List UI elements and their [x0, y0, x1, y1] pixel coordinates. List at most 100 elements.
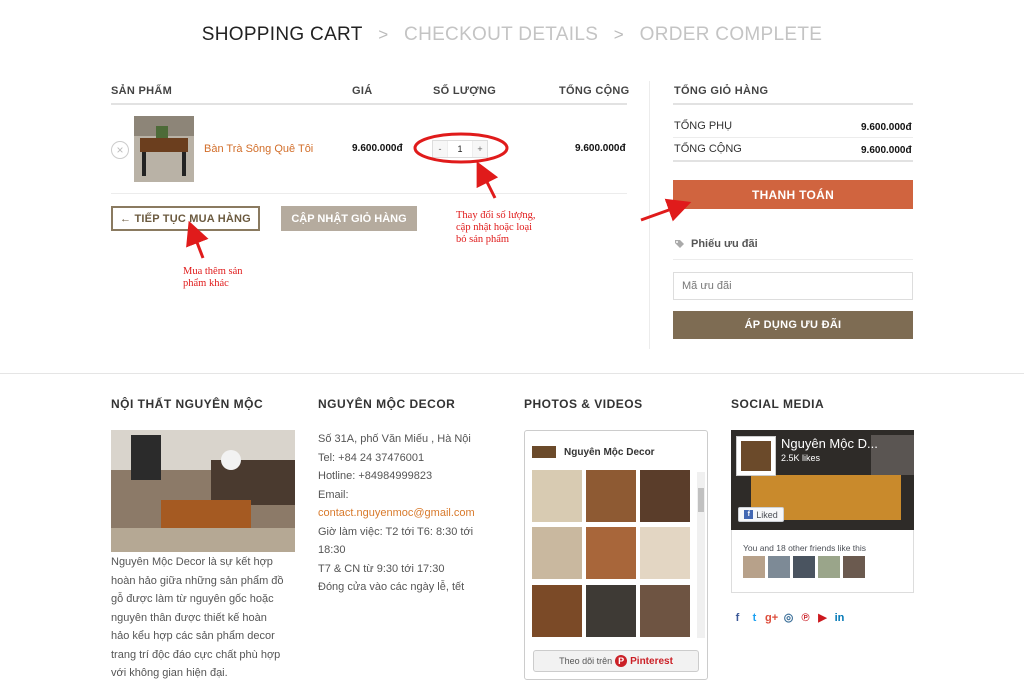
- hours-line: 18:30: [318, 544, 346, 556]
- telephone: Tel: +84 24 37476001: [318, 451, 425, 464]
- column-divider: [649, 81, 650, 349]
- apply-coupon-button[interactable]: ÁP DỤNG ƯU ĐÃI: [673, 311, 913, 339]
- pin-thumbnail[interactable]: [586, 584, 636, 637]
- avatar[interactable]: [818, 556, 840, 578]
- friends-like-text: You and 18 other friends like this: [743, 543, 867, 553]
- email-label: Email:: [318, 488, 349, 501]
- totals-divider: [673, 137, 913, 138]
- qty-value[interactable]: 1: [447, 141, 473, 157]
- instagram-icon[interactable]: ◎: [782, 612, 795, 625]
- table-photo-icon: [134, 116, 194, 182]
- linkedin-icon[interactable]: in: [833, 612, 846, 625]
- brand-logo-icon: [741, 441, 771, 471]
- pin-thumbnail[interactable]: [532, 527, 582, 580]
- contact-info: Số 31A, phố Văn Miếu , Hà Nội Tel: +84 2…: [318, 430, 475, 597]
- pin-thumbnail[interactable]: [532, 470, 582, 522]
- remove-item-button[interactable]: ×: [111, 141, 129, 159]
- checkout-steps: SHOPPING CART > CHECKOUT DETAILS > ORDER…: [0, 24, 1024, 46]
- avatar[interactable]: [743, 556, 765, 578]
- coupon-code-input[interactable]: [673, 272, 913, 300]
- hotline: Hotline: +84984999823: [318, 470, 433, 482]
- hours-line: T7 & CN từ 9:30 tới 17:30: [318, 562, 445, 575]
- arrow-continue: [186, 220, 209, 259]
- checkout-button[interactable]: THANH TOÁN: [673, 180, 913, 209]
- row-divider: [111, 193, 627, 194]
- step-checkout-details[interactable]: CHECKOUT DETAILS: [404, 24, 598, 46]
- pin-thumbnail[interactable]: [586, 470, 636, 522]
- footer-col4-heading: SOCIAL MEDIA: [731, 397, 825, 411]
- pin-thumbnail[interactable]: [586, 527, 636, 580]
- pinterest-scrollbar-thumb[interactable]: [698, 488, 704, 512]
- subtotal-label: TỔNG PHỤ: [674, 120, 733, 132]
- pin-thumbnail[interactable]: [640, 470, 690, 522]
- annotation-line: phẩm khác: [183, 278, 229, 289]
- follow-prefix: Theo dõi trên: [559, 656, 613, 666]
- pinterest-icon[interactable]: ℗: [799, 612, 812, 625]
- annotation-line: Mua thêm sản: [183, 266, 243, 277]
- follow-pinterest-button[interactable]: Theo dõi trên P Pinterest: [533, 650, 699, 672]
- social-icons: f t g+ ◎ ℗ ▶ in: [731, 612, 846, 625]
- step-order-complete: ORDER COMPLETE: [639, 24, 823, 45]
- facebook-like-button[interactable]: f Liked: [738, 507, 784, 522]
- continue-shopping-button[interactable]: ← TIẾP TỤC MUA HÀNG: [111, 206, 260, 231]
- pinterest-grid[interactable]: [532, 470, 694, 638]
- pinterest-board-header[interactable]: Nguyên Mộc Decor: [532, 446, 655, 458]
- header-product: SẢN PHẨM: [111, 85, 173, 97]
- board-name[interactable]: Nguyên Mộc Decor: [564, 447, 655, 458]
- about-line: hảo kểu hợp các sản phẩm decor: [111, 630, 275, 642]
- product-name-link[interactable]: Bàn Trà Sông Quê Tôi: [204, 143, 313, 155]
- annotation-line: cập nhật hoặc loại: [456, 222, 533, 233]
- cart-totals-heading: TỔNG GIỎ HÀNG: [674, 85, 769, 97]
- footer-col3-heading: PHOTOS & VIDEOS: [524, 397, 643, 411]
- avatar[interactable]: [843, 556, 865, 578]
- friend-avatars: [743, 556, 865, 578]
- header-subtotal: TỔNG CỘNG: [559, 85, 630, 97]
- update-cart-button[interactable]: CẬP NHẬT GIỎ HÀNG: [281, 206, 417, 231]
- totals-bottom-divider: [673, 160, 913, 162]
- pinterest-icon: P: [615, 655, 628, 667]
- pin-thumbnail[interactable]: [640, 527, 690, 580]
- header-quantity: SỐ LƯỢNG: [433, 85, 497, 97]
- qty-plus-button[interactable]: +: [473, 144, 487, 154]
- about-line: trang trí độc đáo cực chất phù hợp: [111, 648, 281, 661]
- twitter-icon[interactable]: t: [748, 612, 761, 625]
- annotation-continue: Mua thêm sản phẩm khác: [183, 266, 243, 290]
- google-plus-icon[interactable]: g+: [765, 612, 778, 625]
- chevron-right-icon: >: [378, 25, 389, 44]
- arrow-quantity: [476, 161, 499, 199]
- about-line: hoàn hảo giữa những sản phẩm đồ: [111, 574, 284, 587]
- qty-minus-button[interactable]: -: [433, 144, 447, 154]
- coupon-divider: [673, 259, 913, 260]
- product-thumbnail[interactable]: [134, 116, 194, 182]
- brand-logo-icon: [532, 446, 556, 458]
- closed-notice: Đóng cửa vào các ngày lễ, tết: [318, 581, 465, 593]
- facebook-page-name[interactable]: Nguyên Mộc D...: [781, 436, 878, 451]
- product-subtotal: 9.600.000đ: [575, 143, 626, 154]
- subtotal-value: 9.600.000đ: [861, 122, 912, 133]
- header-price: GIÁ: [352, 85, 373, 97]
- annotation-quantity: Thay đổi số lượng, cập nhật hoặc loại bỏ…: [456, 210, 536, 246]
- avatar[interactable]: [793, 556, 815, 578]
- annotation-line: Thay đổi số lượng,: [456, 210, 536, 221]
- facebook-icon[interactable]: f: [731, 612, 744, 625]
- chevron-right-icon: >: [613, 25, 625, 44]
- page-logo[interactable]: [736, 436, 776, 476]
- showroom-image: [111, 430, 295, 552]
- youtube-icon[interactable]: ▶: [816, 612, 829, 625]
- avatar[interactable]: [768, 556, 790, 578]
- facebook-like-count: 2.5K likes: [781, 453, 821, 463]
- step-shopping-cart[interactable]: SHOPPING CART: [202, 24, 363, 46]
- pin-thumbnail[interactable]: [640, 584, 690, 637]
- annotation-line: bỏ sản phẩm: [456, 234, 510, 245]
- email-link[interactable]: contact.nguyenmoc@gmail.com: [318, 504, 475, 523]
- about-line: nguyên thân được thiết kế hoàn: [111, 611, 267, 624]
- about-text: Nguyên Mộc Decor là sự kết hợp hoàn hảo …: [111, 553, 284, 682]
- coupon-heading: Phiếu ưu đãi: [674, 238, 758, 250]
- facebook-icon: f: [744, 510, 754, 519]
- footer-divider: [0, 373, 1024, 374]
- quantity-stepper[interactable]: - 1 +: [432, 140, 488, 158]
- about-line: Nguyên Mộc Decor là sự kết hợp: [111, 556, 273, 568]
- table-header-divider: [111, 103, 627, 105]
- coupon-title-text: Phiếu ưu đãi: [691, 238, 758, 250]
- pin-thumbnail[interactable]: [532, 584, 582, 637]
